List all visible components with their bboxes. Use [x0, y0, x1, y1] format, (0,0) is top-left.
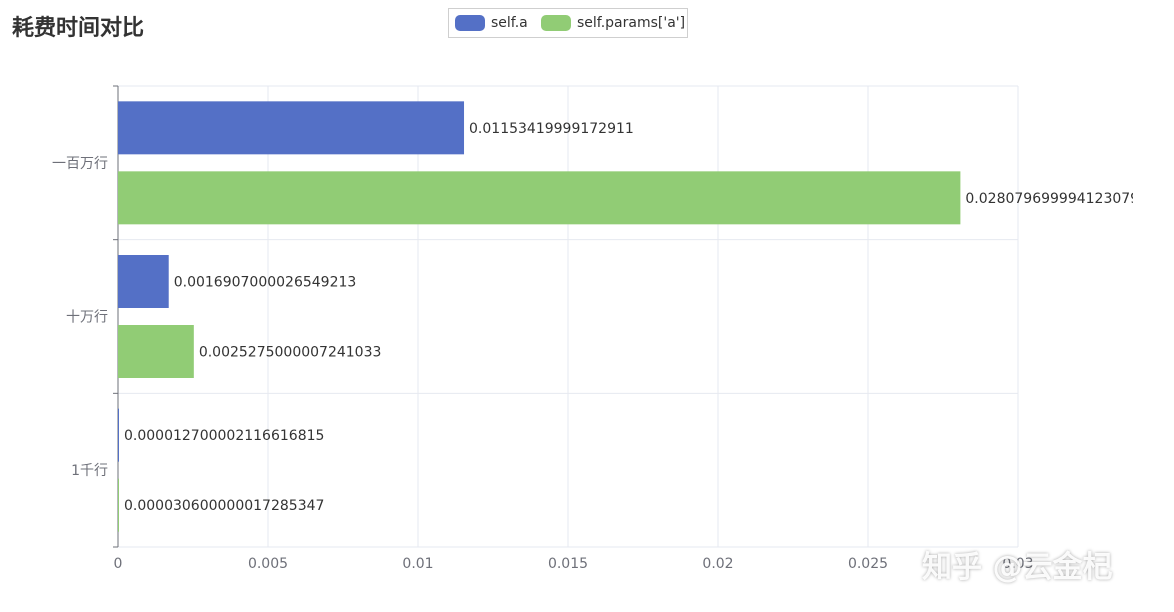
x-tick-label: 0.03	[1002, 556, 1033, 572]
bar-self-a	[118, 255, 169, 308]
x-tick-label: 0.015	[548, 556, 588, 572]
x-tick-label: 0.005	[248, 556, 288, 572]
legend-item-self-a[interactable]: self.a	[455, 9, 528, 37]
bar-self-params-a	[118, 478, 119, 532]
legend-swatch-self-a	[455, 15, 485, 31]
bar-self-params-a	[118, 171, 961, 225]
bar-self-params-a	[118, 325, 194, 378]
bar-data-label: 0.000012700002116616815	[124, 428, 324, 444]
bar-data-label: 0.028079699994123079	[965, 191, 1139, 207]
y-category-label: 十万行	[66, 310, 108, 326]
watermark: 知乎 @云金杞	[922, 550, 1113, 585]
bar-data-label: 0.0025275000007241033	[199, 345, 382, 361]
chart-title: 耗费时间对比	[12, 16, 145, 41]
bar-chart: 0 0.005 0.01 0.015 0.02 0.025 0.03 1千行 0.0000127…	[52, 85, 1139, 572]
bar-self-a	[118, 408, 119, 462]
legend-swatch-self-params-a	[541, 15, 571, 31]
y-category-label: 1千行	[71, 463, 108, 479]
y-category-label: 一百万行	[52, 156, 108, 172]
legend: self.a self.params['a']	[448, 8, 688, 38]
bar-data-label: 0.01153419999172911	[469, 121, 634, 137]
legend-label-self-a: self.a	[491, 15, 528, 31]
x-tick-label: 0.025	[848, 556, 888, 572]
x-tick-label: 0.01	[402, 556, 433, 572]
bar-data-label: 0.0016907000026549213	[174, 275, 357, 291]
legend-label-self-params-a: self.params['a']	[577, 15, 686, 31]
bar-data-label: 0.000030600000017285347	[124, 498, 324, 514]
legend-item-self-params-a[interactable]: self.params['a']	[541, 9, 685, 37]
x-tick-label: 0.02	[702, 556, 733, 572]
x-tick-label: 0	[114, 556, 123, 572]
bar-self-a	[118, 101, 465, 155]
